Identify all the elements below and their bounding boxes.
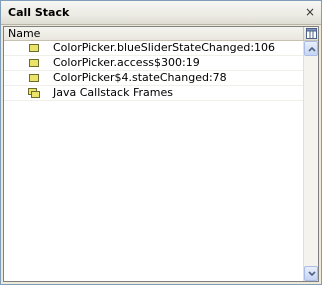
- table-rows: ColorPicker.blueSliderStateChanged:106 C…: [4, 41, 303, 101]
- call-stack-window: Call Stack × Name ColorPicker.blueSlider…: [0, 0, 322, 285]
- table-header: Name: [4, 27, 303, 41]
- stack-frame-icon: [29, 74, 39, 82]
- row-label: ColorPicker$4.stateChanged:78: [53, 71, 227, 84]
- table-row[interactable]: ColorPicker.blueSliderStateChanged:106: [4, 41, 303, 56]
- table-row[interactable]: Java Callstack Frames: [4, 86, 303, 101]
- vertical-scrollbar[interactable]: [303, 41, 318, 281]
- stacked-frames-icon: [28, 88, 40, 98]
- row-label: ColorPicker.access$300:19: [53, 56, 200, 69]
- scroll-up-button[interactable]: [304, 41, 318, 56]
- stack-frame-icon: [29, 44, 39, 52]
- title-bar[interactable]: Call Stack ×: [1, 1, 321, 25]
- scroll-down-button[interactable]: [304, 266, 318, 281]
- columns-icon: [306, 28, 317, 39]
- window-title: Call Stack: [8, 6, 70, 19]
- row-label: ColorPicker.blueSliderStateChanged:106: [53, 41, 276, 54]
- table-row[interactable]: ColorPicker$4.stateChanged:78: [4, 71, 303, 86]
- stack-frame-icon: [29, 59, 39, 67]
- table-row[interactable]: ColorPicker.access$300:19: [4, 56, 303, 71]
- column-chooser-button[interactable]: [303, 27, 318, 41]
- row-label: Java Callstack Frames: [53, 86, 173, 99]
- close-button[interactable]: ×: [304, 6, 316, 18]
- column-header-name[interactable]: Name: [8, 27, 40, 40]
- chevron-down-icon: [308, 271, 316, 277]
- call-stack-table: Name ColorPicker.blueSliderStateChanged:…: [3, 26, 319, 282]
- chevron-up-icon: [308, 46, 316, 52]
